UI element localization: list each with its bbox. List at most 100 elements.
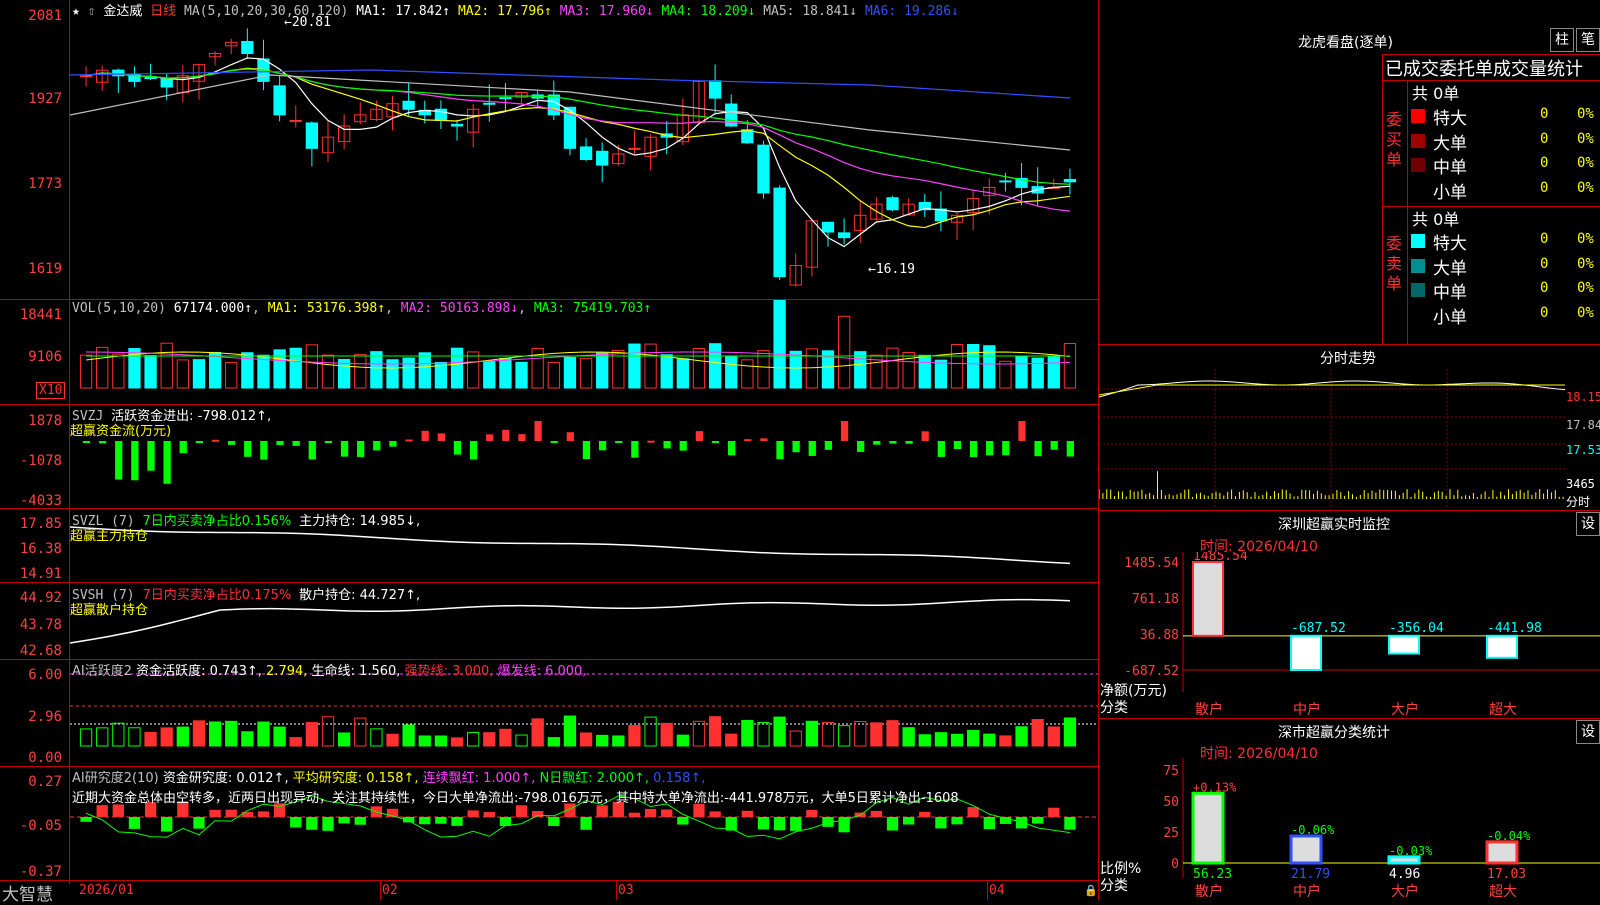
candle-body — [450, 123, 464, 127]
classify-bar — [1289, 834, 1323, 865]
svsh-ratio: 7日内买卖净占比0.175% — [142, 588, 292, 603]
monitor-title: 深圳超赢实时监控 — [1278, 517, 1390, 533]
buy-total: 共 0单 — [1412, 84, 1460, 103]
monitor-y-tick: 36.88 — [1140, 628, 1179, 643]
flow-bar — [776, 441, 784, 460]
tick-mode-button[interactable]: 笔 — [1576, 28, 1600, 52]
average-line — [1099, 384, 1565, 396]
x-label: 03 — [618, 883, 634, 898]
volume-bar — [628, 343, 641, 389]
research-bar — [209, 809, 221, 817]
activity-bar — [225, 720, 238, 747]
activity-bar — [757, 722, 770, 747]
main-holding-line — [70, 526, 1071, 565]
period-label[interactable]: 日线 — [150, 4, 176, 19]
flow-bar — [873, 441, 881, 445]
monitor-category-label: 大户 — [1391, 701, 1419, 718]
flow-bar — [308, 441, 316, 460]
volume-bar — [837, 315, 851, 389]
classify-change-label: +0.13% — [1193, 780, 1237, 794]
activity-bar — [208, 721, 222, 747]
stock-name: 金达威 — [103, 4, 143, 19]
research-bar — [1064, 817, 1076, 830]
intraday-chart[interactable] — [1099, 369, 1565, 509]
research-bar — [306, 817, 318, 830]
research-bar — [451, 817, 463, 826]
settings-arrow-icon[interactable]: ⇧ — [88, 4, 96, 19]
buy-row-percent: 0% — [1577, 106, 1594, 122]
classify-value-label: 56.23 — [1193, 867, 1232, 882]
svsh-y-tick: 43.78 — [19, 617, 62, 633]
flow-bar — [744, 439, 752, 442]
activity-bar — [967, 730, 980, 747]
classify-category-label: 中户 — [1293, 883, 1321, 900]
classify-x-label: 分类 — [1100, 878, 1128, 894]
flow-bar — [711, 441, 720, 443]
activity-bar — [305, 722, 319, 747]
activity-bar — [321, 716, 335, 747]
ai2-research: 资金研究度: 0.012↑, — [162, 771, 289, 786]
kline-chart[interactable] — [70, 20, 1098, 299]
monitor-value-label: -356.04 — [1389, 621, 1444, 636]
volume-bar — [741, 359, 754, 389]
intraday-title: 分时走势 — [1320, 351, 1376, 367]
low-price-label: ←16.19 — [868, 262, 915, 277]
svsh-subtitle: 超赢散户持仓 — [70, 603, 149, 618]
monitor-bar — [1388, 634, 1420, 655]
volume-bar — [467, 351, 480, 389]
candle-body — [241, 40, 254, 54]
ma-legend-item: MA2: 17.796↑ — [450, 4, 552, 19]
ai1-y-tick: 0.00 — [28, 750, 62, 766]
research-bar — [886, 817, 899, 831]
buy-row-percent: 0% — [1577, 155, 1594, 171]
buy-swatch — [1411, 183, 1425, 197]
sell-row-value: 0 — [1540, 280, 1549, 296]
research-bar — [919, 811, 931, 817]
retail-holding-line — [70, 598, 1071, 644]
flow-bar — [357, 441, 365, 457]
activity-bar — [628, 725, 641, 747]
activity-bar — [886, 720, 899, 747]
ma-legend-item: MA6: 19.286↓ — [857, 4, 959, 19]
activity-bar — [644, 716, 657, 747]
research-bar — [128, 817, 141, 829]
monitor-value-label: 1485.54 — [1193, 552, 1248, 564]
buy-swatch — [1411, 158, 1425, 172]
volume-bar — [854, 351, 867, 389]
volume-bar — [692, 348, 706, 389]
research-bar — [193, 817, 205, 829]
volume-bar — [483, 360, 496, 389]
candle-body — [579, 146, 593, 161]
monitor-bar-chart[interactable]: 1485.54 761.18 36.88 -687.52 1485.54 散户 -687.5… — [1099, 552, 1600, 720]
classify-settings-button[interactable]: 设 — [1576, 720, 1600, 744]
classify-bar-chart[interactable]: 75 50 25 0 +0.13% 56.23散户 -0.06% 21.79中户 -0.03% 4… — [1099, 758, 1600, 900]
monitor-settings-button[interactable]: 设 — [1576, 512, 1600, 536]
volume-bar — [192, 359, 206, 389]
flow-bar — [292, 441, 300, 446]
flow-bar — [324, 441, 333, 443]
classify-y-tick: 0 — [1171, 857, 1179, 872]
volume-bar — [1047, 355, 1060, 389]
x-tick-mark — [987, 880, 988, 900]
column-mode-button[interactable]: 柱 — [1550, 28, 1574, 52]
lock-icon[interactable]: 🔒 — [1084, 884, 1098, 897]
svzl-y-tick: 16.38 — [19, 541, 62, 557]
vol-header: VOL(5,10,20) 67174.000↑, MA1: 53176.398↑… — [72, 301, 652, 316]
research-bar — [661, 809, 673, 817]
flow-bar — [679, 441, 687, 451]
star-icon[interactable]: ★ — [72, 4, 80, 19]
monitor-value-label: -441.98 — [1487, 621, 1542, 636]
vol-unit-badge[interactable]: X10 — [36, 382, 66, 399]
volume-bar — [96, 346, 109, 389]
activity-bar — [934, 732, 948, 747]
flow-bar — [179, 441, 187, 454]
intraday-mode-label: 分时 — [1566, 495, 1591, 509]
sell-swatch — [1411, 258, 1425, 273]
main-header: ★ ⇧ 金达威 日线 MA(5,10,20,30,60,120) MA1: 17… — [72, 0, 959, 19]
ai2-y-tick: -0.05 — [19, 818, 62, 834]
volume-bar — [579, 357, 593, 389]
flow-bar — [808, 441, 816, 456]
activity-bar — [434, 735, 448, 747]
candle-body — [402, 100, 415, 110]
activity-bar — [837, 725, 851, 747]
